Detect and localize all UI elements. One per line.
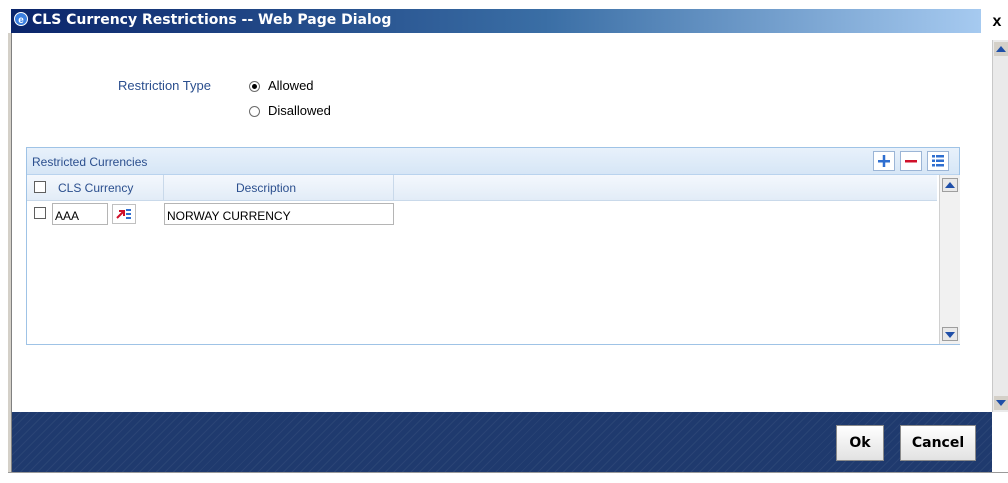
- panel-title: Restricted Currencies: [32, 155, 148, 169]
- single-view-button[interactable]: [927, 151, 949, 171]
- grid-scroll-up-icon[interactable]: [942, 178, 958, 192]
- scroll-up-icon[interactable]: [994, 42, 1008, 56]
- page-scrollbar[interactable]: [992, 40, 1008, 412]
- close-icon[interactable]: x: [988, 13, 1006, 31]
- radio-disallowed-label: Disallowed: [268, 103, 331, 118]
- window-title: CLS Currency Restrictions -- Web Page Di…: [32, 12, 392, 28]
- radio-allowed[interactable]: [249, 81, 260, 92]
- scroll-down-icon[interactable]: [994, 396, 1008, 410]
- currency-lov-button[interactable]: [112, 204, 136, 224]
- ie-icon: e: [14, 12, 28, 26]
- row-checkbox[interactable]: [34, 207, 46, 219]
- lov-icon: [116, 209, 131, 219]
- panel-header: Restricted Currencies: [27, 148, 959, 175]
- radio-disallowed[interactable]: [249, 106, 260, 117]
- column-label-description: Description: [236, 181, 297, 195]
- column-label-cls-currency: CLS Currency: [58, 181, 134, 195]
- grid-scroll-down-icon[interactable]: [942, 327, 958, 341]
- cancel-button[interactable]: Cancel: [900, 425, 976, 461]
- table-row: [27, 201, 937, 227]
- column-header-description: Description: [164, 175, 394, 200]
- title-bar: e CLS Currency Restrictions -- Web Page …: [0, 0, 1008, 40]
- status-strip: [8, 472, 1008, 483]
- list-icon: [932, 155, 944, 167]
- restricted-currencies-panel: Restricted Currencies CLS Currency Descr…: [26, 147, 960, 345]
- remove-row-button[interactable]: [900, 151, 922, 171]
- plus-icon: [878, 155, 890, 167]
- select-all-checkbox[interactable]: [34, 181, 46, 193]
- svg-text:e: e: [18, 15, 24, 26]
- description-input[interactable]: [164, 203, 394, 225]
- restriction-type-label: Restriction Type: [118, 78, 211, 93]
- column-header-cls-currency: CLS Currency: [27, 175, 164, 200]
- cls-currency-input[interactable]: [52, 203, 108, 225]
- radio-allowed-label: Allowed: [268, 78, 314, 93]
- grid-header: CLS Currency Description: [27, 175, 937, 201]
- minus-icon: [905, 160, 917, 163]
- grid-scrollbar[interactable]: [939, 175, 960, 344]
- dialog-footer: Ok Cancel: [12, 412, 992, 472]
- radio-selected-dot: [252, 84, 257, 89]
- add-row-button[interactable]: [873, 151, 895, 171]
- ok-button[interactable]: Ok: [836, 425, 884, 461]
